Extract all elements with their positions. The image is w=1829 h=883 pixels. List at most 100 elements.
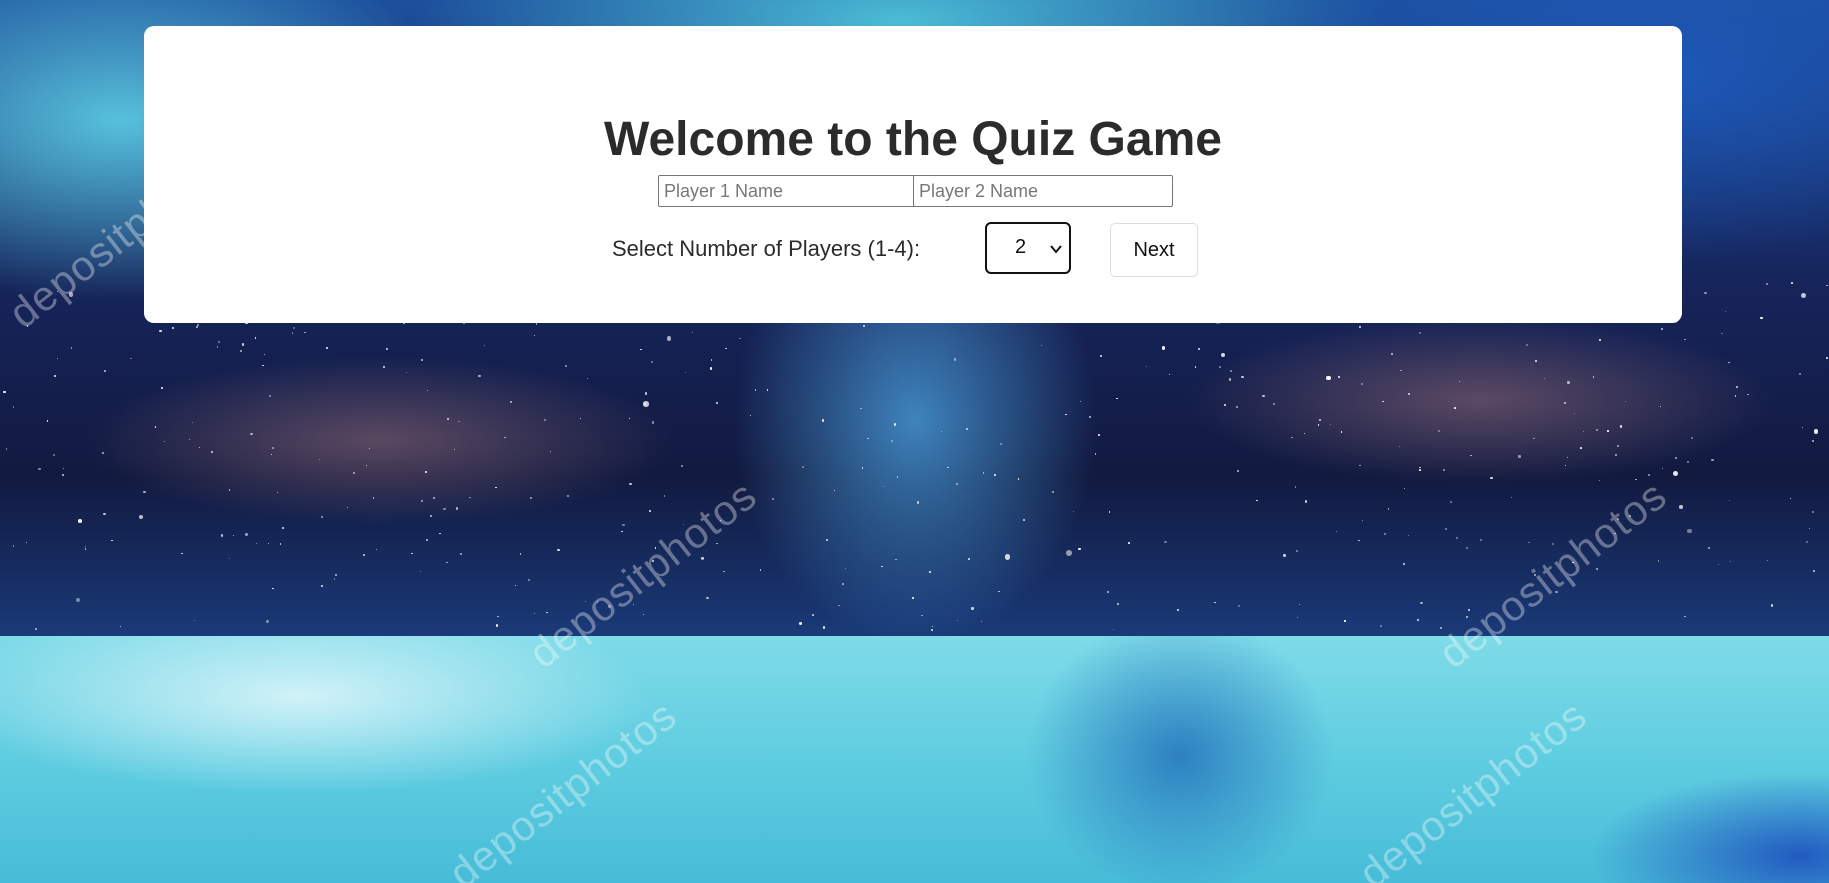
star	[217, 340, 220, 343]
star	[1304, 500, 1307, 503]
star	[1127, 541, 1130, 544]
star	[709, 367, 713, 370]
star	[318, 458, 320, 460]
star	[953, 358, 957, 361]
star	[1197, 347, 1200, 350]
star	[1230, 370, 1232, 372]
star	[1567, 381, 1570, 384]
star	[1237, 470, 1239, 472]
star	[1403, 487, 1406, 490]
star	[429, 515, 432, 518]
star	[1340, 431, 1342, 433]
star	[453, 449, 455, 451]
star	[1454, 406, 1456, 409]
star	[557, 548, 560, 551]
star	[650, 360, 653, 363]
star	[52, 453, 55, 456]
star	[1518, 455, 1521, 458]
star	[425, 471, 427, 473]
star	[1728, 361, 1730, 364]
star	[1390, 353, 1393, 356]
star	[1098, 433, 1100, 436]
star	[999, 443, 1002, 446]
star	[1679, 505, 1683, 509]
star	[267, 542, 269, 544]
star	[292, 326, 295, 329]
star	[629, 482, 632, 486]
star	[916, 501, 920, 504]
star	[862, 324, 865, 327]
star	[1595, 428, 1598, 431]
star	[1811, 439, 1814, 442]
star	[279, 543, 282, 545]
star	[622, 523, 625, 527]
star	[1079, 400, 1081, 402]
star	[276, 491, 278, 493]
star	[716, 402, 718, 404]
star	[1420, 601, 1423, 604]
star	[643, 401, 649, 407]
star	[458, 420, 460, 423]
star	[1107, 591, 1109, 593]
star	[825, 538, 828, 541]
star	[216, 346, 218, 348]
star	[912, 597, 915, 599]
star	[725, 347, 727, 349]
star	[420, 499, 423, 503]
star	[881, 565, 883, 567]
star	[801, 466, 804, 469]
star	[269, 395, 271, 397]
star	[1617, 444, 1619, 447]
star	[196, 323, 199, 326]
star	[971, 607, 974, 610]
star	[535, 323, 538, 325]
star	[680, 465, 683, 467]
star	[46, 420, 48, 422]
star	[366, 464, 368, 466]
player-2-name-input[interactable]	[913, 175, 1173, 207]
star	[272, 446, 274, 449]
star	[321, 584, 324, 587]
star	[228, 488, 231, 491]
star	[956, 483, 958, 485]
star	[1624, 400, 1627, 402]
star	[772, 497, 774, 500]
star	[1399, 369, 1402, 372]
star	[1826, 356, 1828, 359]
star	[1760, 316, 1763, 320]
star	[25, 541, 27, 543]
star	[266, 620, 269, 623]
star	[103, 512, 106, 516]
star	[220, 534, 224, 537]
star	[1221, 352, 1226, 357]
star	[1065, 413, 1067, 416]
star	[1691, 437, 1693, 440]
star	[232, 534, 234, 536]
star	[383, 366, 385, 368]
player-1-name-input[interactable]	[658, 175, 918, 207]
star	[1525, 343, 1528, 346]
player-count-select[interactable]: 2	[985, 222, 1071, 274]
chevron-down-icon	[1050, 245, 1062, 254]
star	[76, 598, 80, 602]
star	[1283, 554, 1286, 557]
star	[1811, 510, 1814, 513]
star	[1766, 559, 1769, 561]
page-title: Welcome to the Quiz Game	[604, 113, 1222, 166]
star	[1607, 430, 1609, 432]
star	[61, 473, 64, 476]
star	[1661, 328, 1663, 330]
star	[352, 471, 355, 474]
star	[1318, 418, 1321, 421]
next-button[interactable]: Next	[1110, 223, 1198, 277]
star	[469, 496, 471, 498]
star	[3, 390, 6, 393]
star	[842, 582, 844, 585]
star	[210, 451, 213, 454]
star	[530, 496, 532, 499]
star	[1004, 554, 1011, 561]
star	[1684, 615, 1686, 617]
star	[1440, 626, 1442, 629]
star	[860, 407, 862, 410]
star	[894, 558, 897, 561]
